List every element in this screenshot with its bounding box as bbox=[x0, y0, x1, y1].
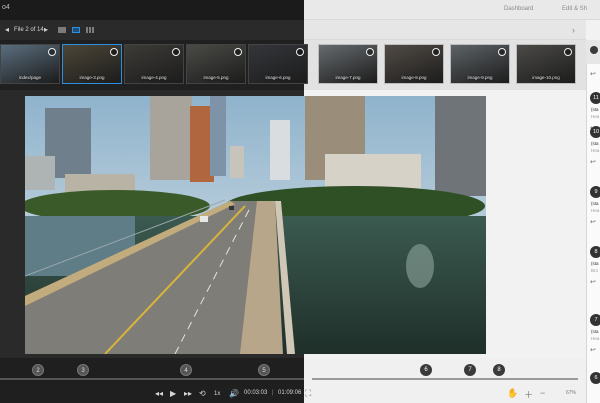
filmstrip-thumbnail[interactable]: image-9.png bbox=[450, 44, 510, 84]
timeline-marker[interactable]: 5 bbox=[258, 364, 270, 376]
comment-count-icon bbox=[564, 48, 572, 56]
comment-count-icon bbox=[234, 48, 242, 56]
comment-text: Hea bbox=[591, 208, 600, 213]
filmstrip-thumbnail[interactable]: image-4.png bbox=[124, 44, 184, 84]
thumbnail-label: image-10.png bbox=[532, 75, 560, 80]
thumbnail-label: image-8.png bbox=[401, 75, 427, 80]
filmstrip-thumbnail[interactable]: image-3.png bbox=[62, 44, 122, 84]
chevron-right-icon[interactable]: › bbox=[572, 25, 575, 35]
nav-edit-link[interactable]: Edit & Sh bbox=[562, 6, 587, 12]
next-file-icon[interactable]: ▸ bbox=[44, 25, 48, 34]
app-header-dark: o4 bbox=[0, 0, 304, 20]
comment-number-badge[interactable]: 8 bbox=[590, 246, 600, 258]
timeline-marker[interactable]: 3 bbox=[77, 364, 89, 376]
filmstrip-thumbnail[interactable]: image-5.png bbox=[186, 44, 246, 84]
file-counter: File 2 of 14 bbox=[14, 27, 44, 33]
fast-forward-icon[interactable]: ▸▸ bbox=[184, 389, 192, 398]
zoom-level[interactable]: 67% bbox=[566, 390, 576, 396]
comment-count-icon bbox=[498, 48, 506, 56]
comment-author: (sta bbox=[591, 329, 599, 334]
zoom-out-icon[interactable]: − bbox=[540, 388, 545, 398]
thumbnail-label: image-4.png bbox=[141, 75, 167, 80]
comment-number-badge[interactable]: 10 bbox=[590, 126, 600, 138]
comment-count-icon bbox=[432, 48, 440, 56]
file-toolbar: ◂ File 2 of 14 ▸ bbox=[0, 20, 304, 40]
reply-icon[interactable]: ↩ bbox=[590, 70, 596, 78]
timeline-marker[interactable]: 4 bbox=[180, 364, 192, 376]
comment-number-badge[interactable]: 6 bbox=[590, 372, 600, 384]
grid-view-icon[interactable] bbox=[86, 27, 94, 33]
user-avatar[interactable] bbox=[590, 46, 598, 54]
reply-icon[interactable]: ↩ bbox=[590, 218, 596, 226]
comment-count-icon bbox=[48, 48, 56, 56]
thumbnail-label: index/page bbox=[18, 75, 42, 80]
comment-text: Hea bbox=[591, 148, 600, 153]
total-time: 01:09:06 bbox=[278, 390, 302, 396]
comment-text: Hea bbox=[591, 336, 600, 341]
file-toolbar-light bbox=[304, 20, 586, 40]
timeline-marker[interactable]: 2 bbox=[32, 364, 44, 376]
comment-author: (sta bbox=[591, 201, 599, 206]
comment-number-badge[interactable]: 7 bbox=[590, 314, 600, 326]
timeline-marker[interactable]: 7 bbox=[464, 364, 476, 376]
comment-count-icon bbox=[110, 48, 118, 56]
thumbnail-label: image-5.png bbox=[203, 75, 229, 80]
comment-author: (sta bbox=[591, 141, 599, 146]
comment-number-badge[interactable]: 11 bbox=[590, 92, 600, 104]
app-header-light: Dashboard Edit & Sh bbox=[304, 0, 600, 20]
loop-icon[interactable]: ⟲ bbox=[199, 389, 206, 398]
reply-icon[interactable]: ↩ bbox=[590, 278, 596, 286]
filmstrip-thumbnail[interactable]: image-7.png bbox=[318, 44, 378, 84]
comment-number-badge[interactable]: 9 bbox=[590, 186, 600, 198]
comment-author: (sta bbox=[591, 261, 599, 266]
thumbnail-label: image-6.png bbox=[265, 75, 291, 80]
filmstrip-thumbnail[interactable]: image-6.png bbox=[248, 44, 308, 84]
timeline-track-light[interactable] bbox=[312, 378, 578, 380]
timeline-marker[interactable]: 6 bbox=[420, 364, 432, 376]
thumbnail-label: image-7.png bbox=[335, 75, 361, 80]
hand-icon[interactable]: ✋ bbox=[507, 388, 518, 399]
filmstrip-thumbnail[interactable]: image-8.png bbox=[384, 44, 444, 84]
comment-count-icon bbox=[366, 48, 374, 56]
zoom-in-icon[interactable]: ＋ bbox=[524, 388, 533, 401]
app-name: o4 bbox=[2, 4, 10, 11]
filmstrip-thumbnail[interactable]: index/page bbox=[0, 44, 60, 84]
play-icon[interactable]: ▶ bbox=[170, 389, 176, 398]
volume-icon[interactable]: 🔊 bbox=[229, 389, 239, 398]
thumbnail-label: image-9.png bbox=[467, 75, 493, 80]
reply-icon[interactable]: ↩ bbox=[590, 158, 596, 166]
timeline-marker[interactable]: 8 bbox=[493, 364, 505, 376]
video-frame[interactable] bbox=[25, 96, 486, 354]
filmstrip-view-icon[interactable] bbox=[72, 27, 80, 33]
comment-text: Bro bbox=[591, 268, 599, 273]
comment-author: (sta bbox=[591, 107, 599, 112]
thumbnail-label: image-3.png bbox=[79, 75, 105, 80]
speed-label[interactable]: 1x bbox=[214, 391, 220, 397]
nav-dashboard-link[interactable]: Dashboard bbox=[504, 6, 533, 12]
current-time: 00:03:03 bbox=[244, 390, 268, 396]
reply-icon[interactable]: ↩ bbox=[590, 346, 596, 354]
list-view-icon[interactable] bbox=[58, 27, 66, 33]
comment-count-icon bbox=[296, 48, 304, 56]
filmstrip-thumbnail[interactable]: image-10.png bbox=[516, 44, 576, 84]
city-bridge-photo bbox=[25, 96, 486, 354]
comment-count-icon bbox=[172, 48, 180, 56]
timeline-track[interactable] bbox=[0, 378, 304, 380]
comment-text: Hea bbox=[591, 114, 600, 119]
prev-file-icon[interactable]: ◂ bbox=[5, 25, 9, 34]
time-separator: | bbox=[272, 390, 274, 396]
rewind-icon[interactable]: ◂◂ bbox=[155, 389, 163, 398]
timeline-dark bbox=[0, 358, 304, 403]
fullscreen-icon[interactable]: ⛶ bbox=[305, 388, 311, 399]
